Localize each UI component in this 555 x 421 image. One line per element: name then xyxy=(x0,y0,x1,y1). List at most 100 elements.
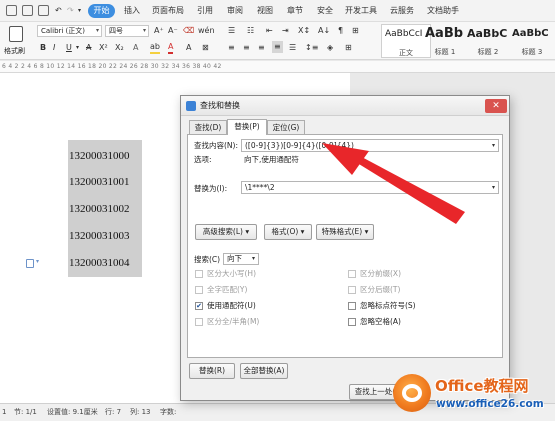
shading-icon[interactable]: ◈ xyxy=(327,42,333,54)
line-spacing-icon[interactable]: ↕≡ xyxy=(305,42,318,54)
menu-document-assistant[interactable]: 文档助手 xyxy=(427,0,459,22)
font-name-select[interactable]: Calibri (正文) ▾ xyxy=(37,25,102,37)
chevron-down-icon[interactable]: ▾ xyxy=(492,140,495,151)
replace-label: 替换为(I): xyxy=(194,184,228,193)
align-left-icon[interactable]: ≡ xyxy=(228,42,235,54)
style-heading-1[interactable]: AaBb 标题 1 xyxy=(422,24,468,58)
status-word-count[interactable]: 字数: xyxy=(160,404,176,421)
tab-replace[interactable]: 替换(P) xyxy=(227,119,267,135)
underline-dropdown-icon[interactable]: ▾ xyxy=(76,42,79,54)
replace-button[interactable]: 替换(R) xyxy=(189,363,235,379)
print-preview-icon[interactable] xyxy=(22,5,33,16)
shrink-font-button[interactable]: A⁻ xyxy=(168,25,178,37)
special-format-button[interactable]: 特殊格式(E) ▾ xyxy=(316,224,374,240)
doc-line[interactable]: 13200031001 xyxy=(69,176,130,188)
chevron-down-icon: ▾ xyxy=(251,255,255,262)
show-marks-icon[interactable]: ¶ xyxy=(338,25,343,37)
style-name: 标题 3 xyxy=(521,48,543,56)
dialog-title: 查找和替换 xyxy=(200,101,240,110)
superscript-button[interactable]: X² xyxy=(99,42,108,54)
font-color-button[interactable]: A xyxy=(168,42,174,54)
match-case-label: 区分大小写(H) xyxy=(207,269,256,278)
numbering-icon[interactable]: ☷ xyxy=(247,25,254,37)
watermark-url: www.office26.com xyxy=(436,398,544,410)
sort-icon[interactable]: A↓ xyxy=(318,25,330,37)
strikethrough-button[interactable]: A xyxy=(86,42,91,54)
justify-icon[interactable]: ≡ xyxy=(272,41,283,53)
ignore-space-label[interactable]: 忽略空格(A) xyxy=(360,316,401,327)
use-wildcards-checkbox[interactable]: ✔ xyxy=(195,302,203,310)
find-replace-dialog: 查找和替换 ✕ 查找(D) 替换(P) 定位(G) 查找内容(N): ([0-9… xyxy=(180,95,510,401)
bullets-icon[interactable]: ☰ xyxy=(228,25,235,37)
style-name: 标题 1 xyxy=(434,48,456,56)
text-effect-icon[interactable]: A xyxy=(133,42,138,54)
tab-find[interactable]: 查找(D) xyxy=(189,120,227,134)
borders-icon[interactable]: ⊞ xyxy=(345,42,352,54)
chevron-down-icon[interactable]: ▾ xyxy=(36,258,39,265)
close-button[interactable]: ✕ xyxy=(485,99,507,113)
bold-button[interactable]: B xyxy=(40,42,46,54)
menu-page-layout[interactable]: 页面布局 xyxy=(152,0,184,22)
doc-line[interactable]: 13200031003 xyxy=(69,230,130,242)
char-border-icon[interactable]: ⊠ xyxy=(202,42,209,54)
ignore-punctuation-label[interactable]: 忽略标点符号(S) xyxy=(360,300,416,311)
menu-references[interactable]: 引用 xyxy=(197,0,213,22)
highlight-button[interactable]: ab xyxy=(150,42,160,54)
use-wildcards-label[interactable]: 使用通配符(U) xyxy=(207,300,256,311)
align-right-icon[interactable]: ≡ xyxy=(258,42,265,54)
chinese-layout-icon[interactable]: X↕ xyxy=(298,25,310,37)
undo-icon[interactable]: ↶ xyxy=(55,5,62,17)
underline-button[interactable]: U xyxy=(66,42,72,54)
export-icon[interactable] xyxy=(38,5,49,16)
menu-developer-tools[interactable]: 开发工具 xyxy=(345,0,377,22)
office-logo-icon xyxy=(393,374,431,412)
redo-icon[interactable]: ↷ xyxy=(67,5,74,17)
replace-all-button[interactable]: 全部替换(A) xyxy=(240,363,288,379)
distributed-icon[interactable]: ☰ xyxy=(289,42,296,54)
quick-access-dropdown-icon[interactable]: ▾ xyxy=(78,5,81,17)
watermark-title: Office教程网 xyxy=(435,377,529,395)
doc-line[interactable]: 13200031004 xyxy=(69,257,130,269)
grow-font-button[interactable]: A⁺ xyxy=(154,25,164,37)
style-heading-3[interactable]: AaBbC 标题 3 xyxy=(509,24,555,58)
menu-bar: ↶ ↷ ▾ 开始 插入 页面布局 引用 审阅 视图 章节 安全 开发工具 云服务… xyxy=(0,0,555,22)
menu-start[interactable]: 开始 xyxy=(88,4,115,18)
menu-view[interactable]: 视图 xyxy=(257,0,273,22)
style-heading-2[interactable]: AaBbC 标题 2 xyxy=(464,24,512,58)
font-size-select[interactable]: 四号 ▾ xyxy=(105,25,149,37)
italic-button[interactable]: I xyxy=(53,42,55,54)
paragraph-handle-icon[interactable] xyxy=(26,259,34,268)
menu-cloud-services[interactable]: 云服务 xyxy=(390,0,414,22)
wps-writer-icon xyxy=(186,101,196,111)
menu-section[interactable]: 章节 xyxy=(287,0,303,22)
decrease-indent-icon[interactable]: ⇤ xyxy=(266,25,273,37)
doc-line[interactable]: 13200031002 xyxy=(69,203,130,215)
replace-input[interactable]: \1****\2 ▾ xyxy=(241,181,499,194)
font-size-value: 四号 xyxy=(109,27,123,35)
char-shading-icon[interactable]: A xyxy=(186,42,191,54)
format-painter-button[interactable]: 格式刷 xyxy=(3,24,29,58)
table-border-icon[interactable]: ⊞ xyxy=(352,25,359,37)
doc-line[interactable]: 13200031000 xyxy=(69,150,130,162)
advanced-search-button[interactable]: 高级搜索(L) ▾ xyxy=(195,224,257,240)
subscript-button[interactable]: X₂ xyxy=(115,42,124,54)
menu-security[interactable]: 安全 xyxy=(317,0,333,22)
status-section: 节: 1/1 xyxy=(14,408,37,416)
menu-insert[interactable]: 插入 xyxy=(124,0,140,22)
dialog-titlebar[interactable]: 查找和替换 ✕ xyxy=(181,96,509,116)
print-icon[interactable] xyxy=(6,5,17,16)
increase-indent-icon[interactable]: ⇥ xyxy=(282,25,289,37)
ignore-space-checkbox[interactable] xyxy=(348,318,356,326)
tab-goto[interactable]: 定位(G) xyxy=(267,120,305,134)
menu-review[interactable]: 审阅 xyxy=(227,0,243,22)
chevron-down-icon[interactable]: ▾ xyxy=(492,182,495,193)
style-sample: AaBbC xyxy=(512,28,549,39)
pinyin-icon[interactable]: wén xyxy=(198,25,215,37)
horizontal-ruler[interactable]: 6 4 2 2 4 6 8 10 12 14 16 18 20 22 24 26… xyxy=(0,61,555,73)
align-center-icon[interactable]: ≡ xyxy=(243,42,250,54)
clear-format-icon[interactable]: ⌫ xyxy=(183,25,194,37)
search-direction-select[interactable]: 向下 ▾ xyxy=(223,253,259,265)
find-input[interactable]: ([0-9]{3})[0-9]{4}([0-9]{4}) ▾ xyxy=(241,139,499,152)
ignore-punctuation-checkbox[interactable] xyxy=(348,302,356,310)
format-button[interactable]: 格式(O) ▾ xyxy=(264,224,312,240)
